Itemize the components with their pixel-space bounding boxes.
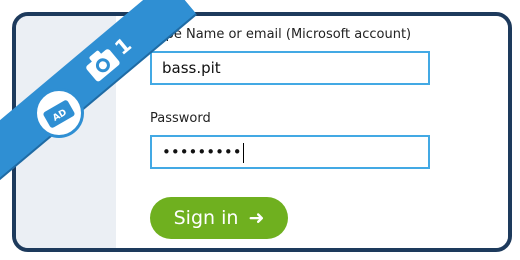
sign-in-label: Sign in [173,207,239,229]
password-value: ••••••••• [162,143,242,161]
arrow-right-icon: ➜ [248,207,265,229]
text-caret [242,142,244,163]
username-label: Type Name or email (Microsoft account) [152,27,412,42]
username-value: bass.pit [162,59,221,77]
password-label: Password [150,111,211,126]
username-field[interactable]: bass.pit [150,51,430,85]
side-panel [16,16,116,248]
login-window: Type Name or email (Microsoft account) b… [12,12,512,252]
password-field[interactable]: ••••••••• [150,135,430,169]
sign-in-button[interactable]: Sign in ➜ [150,197,288,239]
